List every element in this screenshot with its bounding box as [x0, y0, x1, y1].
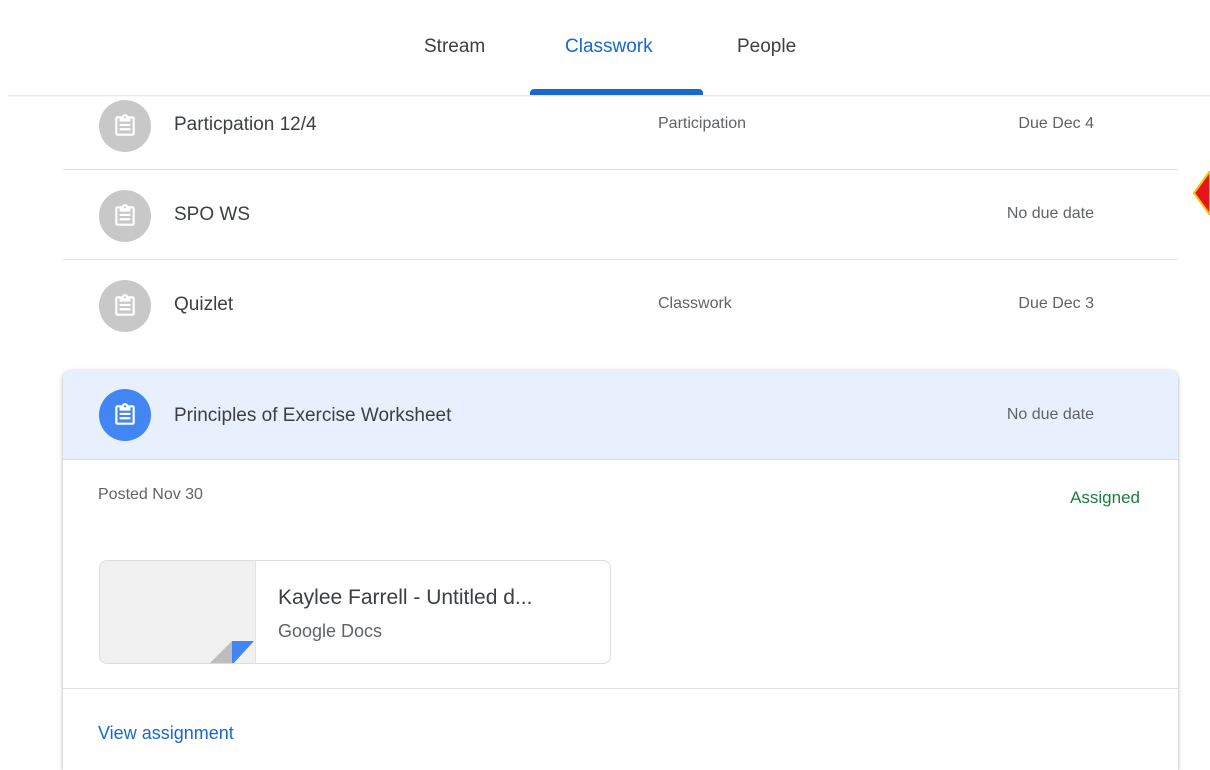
attachment-card[interactable]: Kaylee Farrell - Untitled d... Google Do…	[99, 560, 611, 664]
card-divider	[63, 688, 1178, 689]
red-diamond-marker	[1192, 171, 1210, 215]
assignment-due-date: No due date	[1006, 205, 1094, 222]
assignment-topic: Classwork	[658, 295, 732, 312]
tab-classwork[interactable]: Classwork	[565, 36, 653, 58]
assignment-row-spo-ws[interactable]: SPO WS No due date	[63, 170, 1178, 260]
assignment-clipboard-icon	[99, 280, 151, 332]
assignment-title: Particpation 12/4	[174, 114, 317, 135]
assignment-clipboard-icon	[99, 190, 151, 242]
status-badge: Assigned	[1070, 488, 1140, 507]
attachment-title: Kaylee Farrell - Untitled d...	[278, 586, 533, 609]
top-navigation-bar: Stream Classwork People	[0, 0, 1210, 95]
assignment-due-date: Due Dec 4	[1018, 115, 1094, 132]
tab-people[interactable]: People	[737, 36, 796, 58]
assignment-row-quizlet[interactable]: Quizlet Classwork Due Dec 3	[63, 260, 1178, 349]
attachment-thumbnail	[100, 561, 256, 663]
assignment-title: Quizlet	[174, 294, 234, 315]
assignment-topic: Participation	[658, 115, 747, 132]
active-tab-indicator	[530, 89, 703, 95]
assignment-title: Principles of Exercise Worksheet	[174, 405, 452, 426]
posted-date: Posted Nov 30	[98, 486, 203, 503]
assignment-title: SPO WS	[174, 204, 251, 225]
assignment-clipboard-icon	[99, 389, 151, 441]
class-tabs: Stream Classwork People	[0, 0, 1210, 95]
assignment-clipboard-icon	[99, 100, 151, 152]
expanded-assignment-card: Principles of Exercise Worksheet No due …	[63, 370, 1178, 770]
tab-stream[interactable]: Stream	[424, 36, 485, 58]
view-assignment-link[interactable]: View assignment	[98, 723, 234, 744]
assignment-due-date: No due date	[1006, 406, 1094, 423]
assignment-list: Particpation 12/4 Participation Due Dec …	[63, 80, 1178, 349]
expanded-assignment-header[interactable]: Principles of Exercise Worksheet No due …	[63, 370, 1178, 460]
attachment-type: Google Docs	[278, 621, 383, 641]
google-docs-corner-icon	[210, 641, 254, 663]
assignment-due-date: Due Dec 3	[1018, 295, 1094, 312]
